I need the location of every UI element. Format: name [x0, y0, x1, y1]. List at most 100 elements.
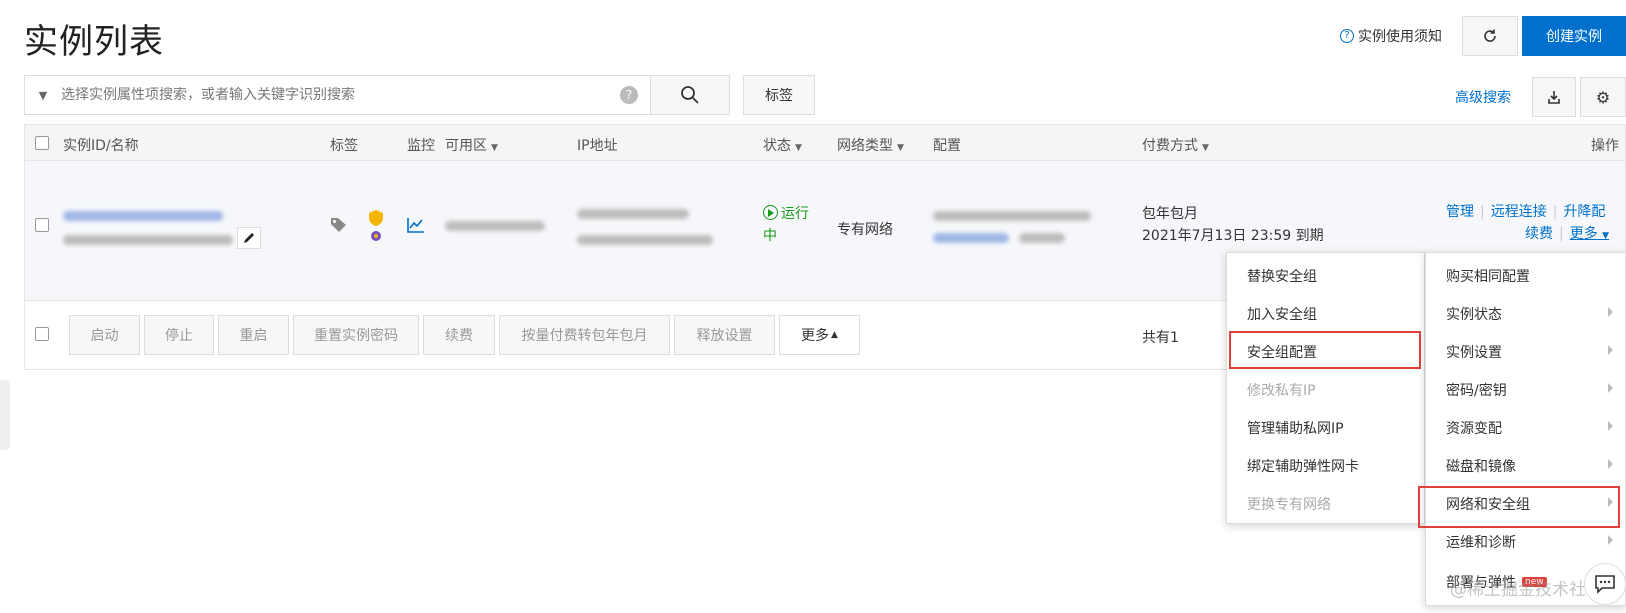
col-tags: 标签: [330, 138, 358, 154]
chevron-down-icon: ▼: [897, 143, 904, 153]
chevron-right-icon: [1608, 459, 1613, 469]
edit-name-button[interactable]: [237, 227, 261, 249]
renew-link[interactable]: 续费: [1525, 226, 1553, 242]
release-settings-button[interactable]: 释放设置: [674, 315, 775, 355]
status-badge: 运行中: [763, 205, 809, 244]
refresh-icon: [1484, 29, 1496, 42]
export-icon: [1548, 91, 1560, 104]
more-actions-menu: 购买相同配置 实例状态 实例设置 密码/密钥 资源变配 磁盘和镜像 网络和安全组…: [1425, 252, 1626, 606]
chevron-down-icon: ▼: [795, 143, 802, 153]
change-vpc-item[interactable]: 更换专有网络: [1227, 485, 1424, 522]
col-billing[interactable]: 付费方式 ▼: [1142, 135, 1209, 155]
security-badge-icon[interactable]: [367, 209, 385, 243]
network-type-value: 专有网络: [837, 222, 893, 238]
chevron-up-icon: ▲: [831, 330, 838, 340]
search-button[interactable]: [650, 75, 730, 115]
billing-type: 包年包月: [1142, 206, 1198, 222]
start-button[interactable]: 启动: [69, 315, 140, 355]
refresh-button[interactable]: [1462, 16, 1518, 56]
action-links-secondary: 续费 | 更多 ▼: [1525, 226, 1610, 242]
chevron-down-icon: ▼: [1602, 231, 1610, 241]
col-ip: IP地址: [577, 138, 618, 154]
col-actions: 操作: [1591, 138, 1619, 154]
tag-filter-button[interactable]: 标签: [743, 75, 815, 115]
instance-settings-item[interactable]: 实例设置: [1426, 333, 1625, 370]
manage-secondary-ip-item[interactable]: 管理辅助私网IP: [1227, 409, 1424, 446]
page-title: 实例列表: [24, 22, 164, 62]
config-extra: [1019, 233, 1065, 243]
instance-id-link[interactable]: [63, 211, 223, 221]
highlight-security-group-config: [1229, 331, 1421, 369]
config-link[interactable]: [933, 233, 1009, 243]
batch-more-button[interactable]: 更多 ▲: [779, 315, 860, 355]
manage-link[interactable]: 管理: [1446, 204, 1474, 220]
chevron-right-icon: [1608, 345, 1613, 355]
create-instance-button[interactable]: 创建实例: [1522, 16, 1626, 56]
highlight-network-security: [1418, 486, 1620, 528]
chat-button[interactable]: [1584, 563, 1626, 605]
buy-same-config-item[interactable]: 购买相同配置: [1426, 257, 1625, 294]
monitor-chart-icon[interactable]: [407, 217, 425, 233]
resource-change-item[interactable]: 资源变配: [1426, 409, 1625, 446]
expire-date: 2021年7月13日 23:59 到期: [1142, 228, 1324, 244]
col-config: 配置: [933, 138, 961, 154]
watermark: @稀土掘金技术社区: [1450, 580, 1603, 600]
search-help-icon[interactable]: ?: [620, 86, 638, 104]
col-zone[interactable]: 可用区 ▼: [445, 135, 498, 155]
replace-security-group-item[interactable]: 替换安全组: [1227, 257, 1424, 294]
chat-icon: [1595, 575, 1615, 594]
modify-private-ip-item[interactable]: 修改私有IP: [1227, 371, 1424, 408]
col-status[interactable]: 状态 ▼: [763, 135, 802, 155]
network-security-submenu: 替换安全组 加入安全组 安全组配置 修改私有IP 管理辅助私网IP 绑定辅助弹性…: [1226, 252, 1425, 524]
collapse-sidebar-handle[interactable]: [0, 380, 10, 450]
col-id-name: 实例ID/名称: [63, 138, 139, 154]
ops-diagnosis-item[interactable]: 运维和诊断: [1426, 523, 1625, 560]
pencil-icon: [244, 233, 254, 243]
table-header: 实例ID/名称 标签 监控 可用区 ▼ IP地址 状态 ▼ 网络类型 ▼ 配置 付费方…: [25, 125, 1625, 161]
chevron-right-icon: [1608, 383, 1613, 393]
private-ip: [577, 235, 713, 245]
remote-connect-link[interactable]: 远程连接: [1491, 204, 1547, 220]
search-input[interactable]: [61, 87, 620, 103]
tag-icon[interactable]: [330, 217, 348, 233]
col-monitor: 监控: [407, 138, 435, 154]
help-circle-icon: ?: [1340, 29, 1354, 43]
row-checkbox[interactable]: [35, 218, 49, 232]
stop-button[interactable]: 停止: [144, 315, 214, 355]
chevron-right-icon: [1608, 421, 1613, 431]
notice-label: 实例使用须知: [1358, 29, 1442, 45]
action-links-primary: 管理 | 远程连接 | 升降配: [1446, 204, 1606, 220]
filter-dropdown-icon[interactable]: ▼: [25, 89, 61, 102]
export-button[interactable]: [1532, 77, 1576, 117]
gear-icon: ⚙: [1595, 87, 1611, 107]
password-key-item[interactable]: 密码/密钥: [1426, 371, 1625, 408]
config-spec: [933, 211, 1091, 221]
chevron-right-icon: [1608, 535, 1613, 545]
chevron-down-icon: ▼: [491, 143, 498, 153]
zone-value: [445, 221, 545, 231]
running-icon: [763, 205, 778, 220]
public-ip: [577, 209, 689, 219]
batch-renew-button[interactable]: 续费: [423, 315, 495, 355]
chevron-right-icon: [1608, 307, 1613, 317]
advanced-search-link[interactable]: 高级搜索: [1455, 87, 1511, 107]
batch-select-checkbox[interactable]: [35, 327, 49, 341]
instance-name: [63, 235, 233, 245]
bind-secondary-eni-item[interactable]: 绑定辅助弹性网卡: [1227, 447, 1424, 484]
chevron-down-icon: ▼: [1202, 143, 1209, 153]
instance-status-item[interactable]: 实例状态: [1426, 295, 1625, 332]
total-count: 共有1: [1142, 330, 1179, 346]
search-icon: [681, 86, 699, 104]
reset-password-button[interactable]: 重置实例密码: [293, 315, 419, 355]
col-network-type[interactable]: 网络类型 ▼: [837, 135, 904, 155]
select-all-checkbox[interactable]: [35, 136, 49, 150]
upgrade-link[interactable]: 升降配: [1563, 204, 1605, 220]
search-box[interactable]: ▼ ?: [24, 75, 651, 115]
disk-image-item[interactable]: 磁盘和镜像: [1426, 447, 1625, 484]
convert-billing-button[interactable]: 按量付费转包年包月: [499, 315, 670, 355]
join-security-group-item[interactable]: 加入安全组: [1227, 295, 1424, 332]
restart-button[interactable]: 重启: [218, 315, 289, 355]
settings-button[interactable]: ⚙: [1580, 77, 1626, 117]
more-actions-link[interactable]: 更多 ▼: [1570, 226, 1609, 242]
instance-notice-link[interactable]: ? 实例使用须知: [1340, 26, 1442, 46]
